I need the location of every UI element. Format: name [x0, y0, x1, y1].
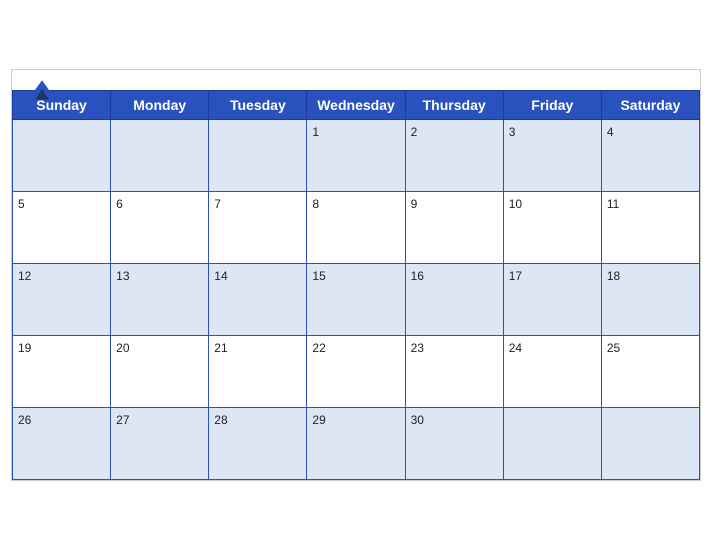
calendar-cell: 15	[307, 264, 405, 336]
calendar-cell: 14	[209, 264, 307, 336]
day-number: 20	[116, 341, 129, 355]
calendar-cell: 18	[601, 264, 699, 336]
calendar-cell: 7	[209, 192, 307, 264]
calendar-cell: 1	[307, 120, 405, 192]
week-row-2: 5 6 7 8 9 10 11	[13, 192, 700, 264]
day-number: 12	[18, 269, 31, 283]
day-number: 18	[607, 269, 620, 283]
calendar-cell: 17	[503, 264, 601, 336]
calendar-cell: 13	[111, 264, 209, 336]
day-number: 8	[312, 197, 319, 211]
day-number: 21	[214, 341, 227, 355]
day-header-friday: Friday	[503, 91, 601, 120]
calendar-cell	[111, 120, 209, 192]
calendar-cell: 8	[307, 192, 405, 264]
week-row-4: 19 20 21 22 23 24 25	[13, 336, 700, 408]
calendar-cell: 12	[13, 264, 111, 336]
calendar: SundayMondayTuesdayWednesdayThursdayFrid…	[11, 69, 701, 481]
day-header-wednesday: Wednesday	[307, 91, 405, 120]
calendar-cell	[503, 408, 601, 480]
day-number: 30	[411, 413, 424, 427]
day-number: 27	[116, 413, 129, 427]
calendar-cell: 3	[503, 120, 601, 192]
calendar-cell: 4	[601, 120, 699, 192]
calendar-cell: 30	[405, 408, 503, 480]
day-number: 14	[214, 269, 227, 283]
day-number: 26	[18, 413, 31, 427]
day-number: 6	[116, 197, 123, 211]
week-row-3: 12 13 14 15 16 17 18	[13, 264, 700, 336]
day-header-saturday: Saturday	[601, 91, 699, 120]
day-number: 9	[411, 197, 418, 211]
calendar-cell: 29	[307, 408, 405, 480]
day-number: 19	[18, 341, 31, 355]
day-number: 16	[411, 269, 424, 283]
day-number: 1	[312, 125, 319, 139]
calendar-cell: 5	[13, 192, 111, 264]
day-number: 23	[411, 341, 424, 355]
calendar-cell: 24	[503, 336, 601, 408]
calendar-cell: 25	[601, 336, 699, 408]
day-header-tuesday: Tuesday	[209, 91, 307, 120]
day-number: 7	[214, 197, 221, 211]
day-number: 25	[607, 341, 620, 355]
calendar-cell: 26	[13, 408, 111, 480]
day-number: 5	[18, 197, 25, 211]
calendar-cell: 6	[111, 192, 209, 264]
day-number: 17	[509, 269, 522, 283]
calendar-cell	[601, 408, 699, 480]
logo-icon	[28, 80, 56, 100]
calendar-cell: 9	[405, 192, 503, 264]
days-header-row: SundayMondayTuesdayWednesdayThursdayFrid…	[13, 91, 700, 120]
day-number: 15	[312, 269, 325, 283]
logo-area	[28, 80, 56, 102]
week-row-5: 26 27 28 29 30	[13, 408, 700, 480]
day-number: 2	[411, 125, 418, 139]
calendar-cell: 19	[13, 336, 111, 408]
day-number: 4	[607, 125, 614, 139]
calendar-cell: 23	[405, 336, 503, 408]
calendar-cell: 20	[111, 336, 209, 408]
calendar-cell	[209, 120, 307, 192]
week-row-1: 1 2 3 4	[13, 120, 700, 192]
day-number: 10	[509, 197, 522, 211]
day-number: 28	[214, 413, 227, 427]
day-number: 11	[607, 197, 619, 211]
day-number: 13	[116, 269, 129, 283]
calendar-cell: 27	[111, 408, 209, 480]
day-number: 24	[509, 341, 522, 355]
calendar-cell: 11	[601, 192, 699, 264]
calendar-cell: 22	[307, 336, 405, 408]
calendar-header	[12, 70, 700, 90]
day-number: 29	[312, 413, 325, 427]
calendar-cell	[13, 120, 111, 192]
day-number: 22	[312, 341, 325, 355]
day-header-monday: Monday	[111, 91, 209, 120]
day-header-thursday: Thursday	[405, 91, 503, 120]
calendar-table: SundayMondayTuesdayWednesdayThursdayFrid…	[12, 90, 700, 480]
calendar-cell: 16	[405, 264, 503, 336]
calendar-cell: 2	[405, 120, 503, 192]
calendar-cell: 28	[209, 408, 307, 480]
day-number: 3	[509, 125, 516, 139]
calendar-cell: 21	[209, 336, 307, 408]
calendar-cell: 10	[503, 192, 601, 264]
